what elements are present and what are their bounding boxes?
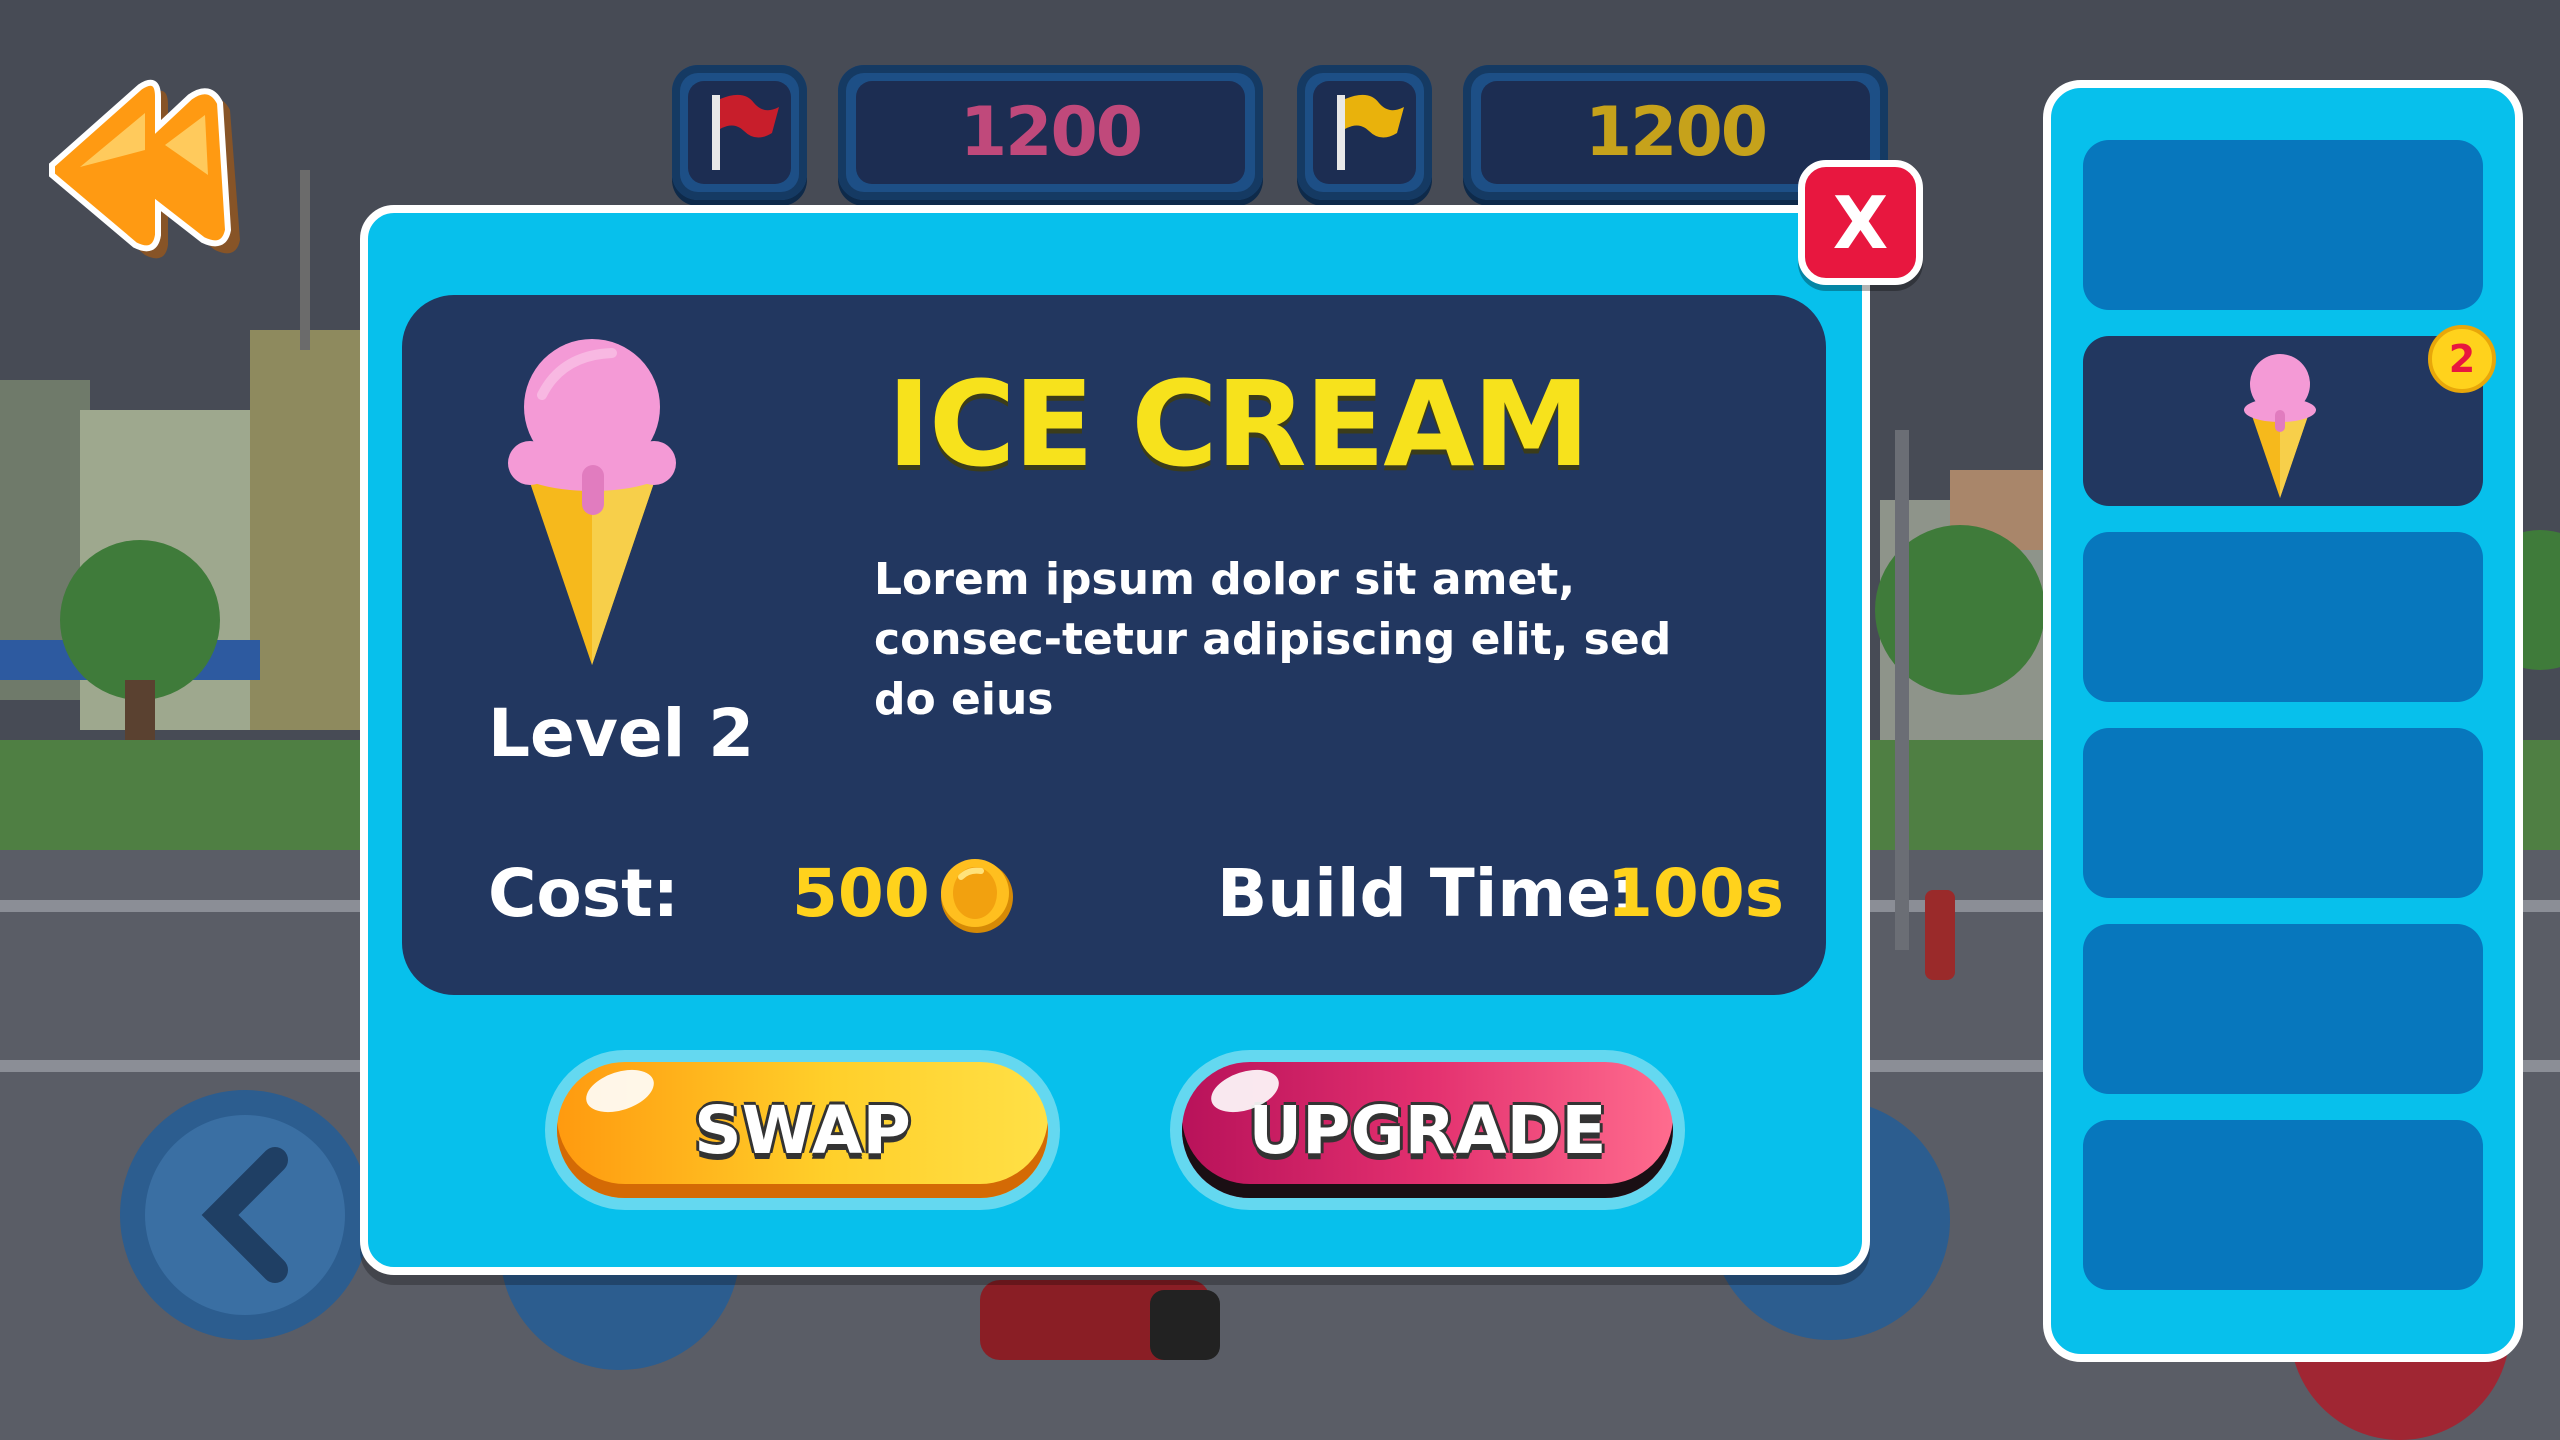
swap-button-label: SWAP: [694, 1091, 911, 1169]
item-title: ICE CREAM: [887, 355, 1590, 493]
red-team-score-value: 1200: [856, 81, 1245, 184]
double-arrow-left-icon: [49, 79, 240, 259]
build-time-label: Build Time:: [1217, 855, 1638, 932]
upgrade-button-label: UPGRADE: [1248, 1091, 1607, 1169]
cost-value: 500: [792, 855, 930, 932]
inventory-slot-5[interactable]: [2083, 924, 2483, 1094]
close-icon: X: [1832, 180, 1889, 265]
item-description: Lorem ipsum dolor sit amet, consec-tetur…: [874, 554, 1672, 725]
slot-count-badge: 2: [2428, 325, 2496, 393]
gold-coin-icon: [941, 859, 1013, 933]
cost-label: Cost:: [488, 855, 680, 932]
close-button[interactable]: X: [1798, 160, 1923, 285]
ice-cream-cone-icon: [2244, 354, 2316, 498]
red-team-score: 1200: [838, 65, 1263, 200]
red-flag-icon: [712, 94, 779, 170]
upgrade-button[interactable]: UPGRADE: [1170, 1050, 1685, 1210]
back-button[interactable]: [40, 55, 270, 285]
yellow-flag-icon: [1337, 94, 1404, 170]
ice-cream-cone-icon: [508, 339, 676, 665]
item-level: Level 2: [488, 695, 755, 772]
inventory-slot-4[interactable]: [2083, 728, 2483, 898]
inventory-slot-3[interactable]: [2083, 532, 2483, 702]
build-time-value: 100s: [1607, 855, 1785, 932]
swap-button[interactable]: SWAP: [545, 1050, 1060, 1210]
inventory-slot-6[interactable]: [2083, 1120, 2483, 1290]
inventory-slot-1[interactable]: [2083, 140, 2483, 310]
yellow-team-flag-badge: [1297, 65, 1432, 200]
item-info-panel: Level 2 ICE CREAM Lorem ipsum dolor sit …: [402, 295, 1826, 995]
red-team-flag-badge: [672, 65, 807, 200]
